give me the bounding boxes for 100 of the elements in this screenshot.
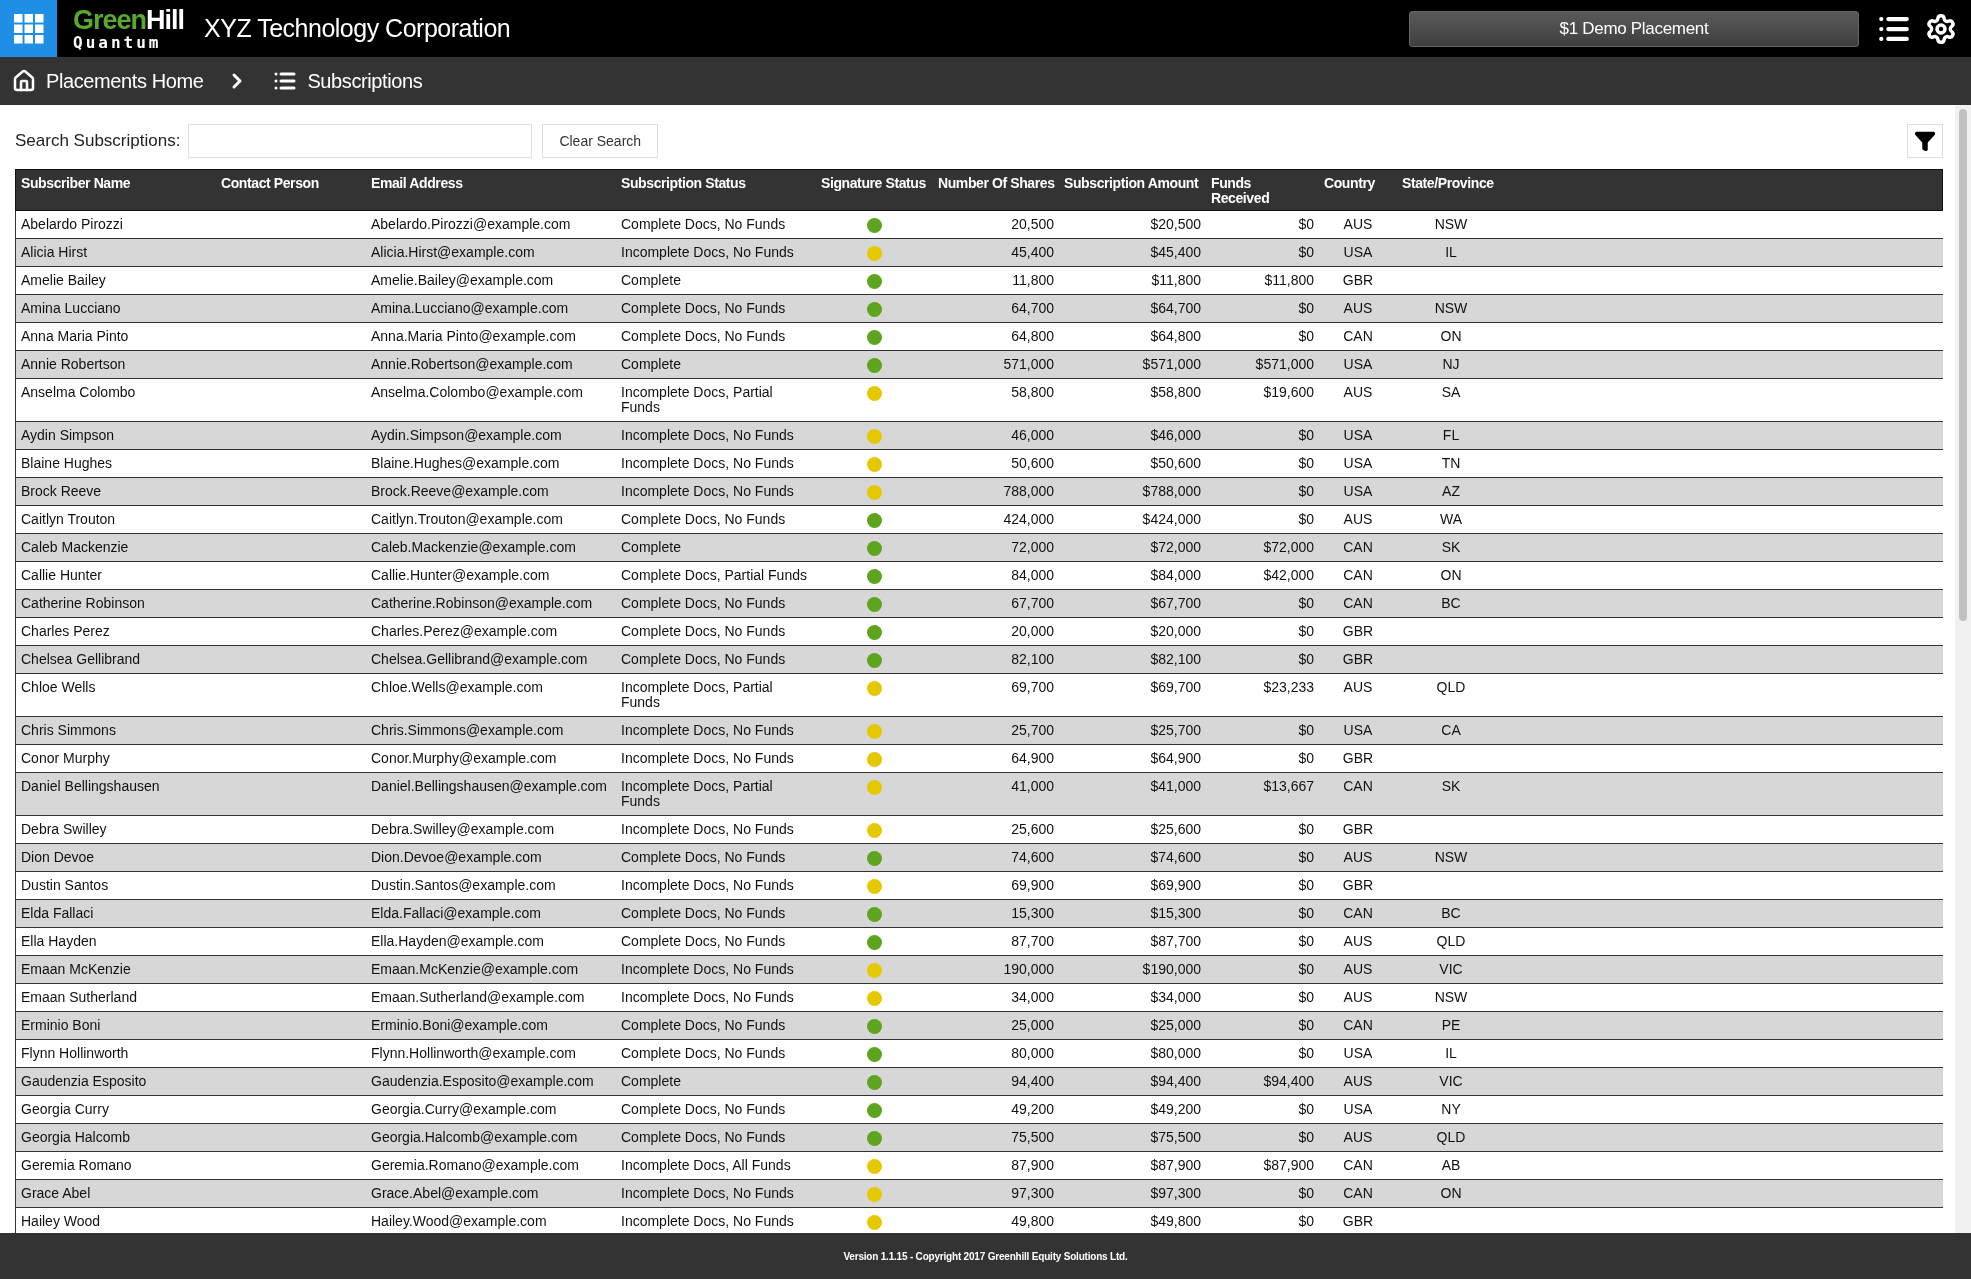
- table-cell: 87,900: [1011, 1157, 1054, 1173]
- column-header[interactable]: Email Address: [366, 170, 616, 210]
- settings-button[interactable]: [1925, 12, 1957, 45]
- table-cell: Emaan.Sutherland@example.com: [371, 989, 585, 1005]
- table-cell: 94,400: [1011, 1073, 1054, 1089]
- table-row[interactable]: Caitlyn Trouton Caitlyn.Trouton@example.com Complete Docs, No Funds 424,000 $424,000 $0 AUS WA: [15, 506, 1943, 534]
- app-launcher-button[interactable]: [0, 0, 57, 57]
- table-cell: GBR: [1342, 651, 1374, 667]
- table-cell: Ella.Hayden@example.com: [371, 933, 544, 949]
- table-cell: AUS: [1343, 989, 1373, 1005]
- table-row[interactable]: Georgia Curry Georgia.Curry@example.com Complete Docs, No Funds 49,200 $49,200 $0 USA NY: [15, 1096, 1943, 1124]
- table-cell: USA: [1343, 455, 1373, 471]
- table-cell: 49,200: [1011, 1101, 1054, 1117]
- table-row[interactable]: Daniel Bellingshausen Daniel.Bellingshausen@example.com Incomplete Docs, Partial Funds 41,000 $41,000 $13,667 CAN SK: [15, 773, 1943, 816]
- table-cell: NSW: [1434, 300, 1468, 316]
- breadcrumb-link[interactable]: Placements Home: [12, 69, 204, 93]
- table-cell: Blaine Hughes: [21, 455, 113, 471]
- table-row[interactable]: Amelie Bailey Amelie.Bailey@example.com Complete 11,800 $11,800 $11,800 GBR: [15, 267, 1943, 295]
- table-row[interactable]: Georgia Halcomb Georgia.Halcomb@example.com Complete Docs, No Funds 75,500 $75,500 $0 AUS QLD: [15, 1124, 1943, 1152]
- table-row[interactable]: Annie Robertson Annie.Robertson@example.com Complete 571,000 $571,000 $571,000 USA NJ: [15, 351, 1943, 379]
- breadcrumb-link[interactable]: Subscriptions: [273, 69, 423, 93]
- table-cell: $0: [1298, 877, 1314, 893]
- table-cell: Incomplete Docs, No Funds: [621, 722, 794, 738]
- column-header[interactable]: Subscriber Name: [16, 170, 216, 210]
- table-cell: $0: [1298, 216, 1314, 232]
- table-row[interactable]: Chelsea Gellibrand Chelsea.Gellibrand@example.com Complete Docs, No Funds 82,100 $82,100 $0 GBR: [15, 646, 1943, 674]
- table-cell: 20,000: [1011, 623, 1054, 639]
- table-row[interactable]: Brock Reeve Brock.Reeve@example.com Incomplete Docs, No Funds 788,000 $788,000 $0 USA AZ: [15, 478, 1943, 506]
- table-cell: Gaudenzia Esposito: [21, 1073, 147, 1089]
- table-row[interactable]: Chloe Wells Chloe.Wells@example.com Incomplete Docs, Partial Funds 69,700 $69,700 $23,233 AUS QLD: [15, 674, 1943, 717]
- table-row[interactable]: Anna Maria Pinto Anna.Maria Pinto@example.com Complete Docs, No Funds 64,800 $64,800 $0 CAN ON: [15, 323, 1943, 351]
- table-cell: 84,000: [1011, 567, 1054, 583]
- table-row[interactable]: Elda Fallaci Elda.Fallaci@example.com Complete Docs, No Funds 15,300 $15,300 $0 CAN BC: [15, 900, 1943, 928]
- column-header[interactable]: Subscription Status: [616, 170, 816, 210]
- footer-text: Version 1.1.15 - Copyright 2017 Greenhill Equity Solutions Ltd.: [843, 1250, 1128, 1262]
- table-cell: $11,800: [1151, 272, 1201, 288]
- table-row[interactable]: Alicia Hirst Alicia.Hirst@example.com Incomplete Docs, No Funds 45,400 $45,400 $0 USA IL: [15, 239, 1943, 267]
- table-row[interactable]: Conor Murphy Conor.Murphy@example.com Incomplete Docs, No Funds 64,900 $64,900 $0 GBR: [15, 745, 1943, 773]
- table-cell: $84,000: [1150, 567, 1201, 583]
- table-cell: $72,000: [1150, 539, 1201, 555]
- scrollbar[interactable]: [1955, 105, 1971, 1233]
- table-row[interactable]: Emaan Sutherland Emaan.Sutherland@example.com Incomplete Docs, No Funds 34,000 $34,000 $0 AUS NSW: [15, 984, 1943, 1012]
- table-cell: 72,000: [1011, 539, 1054, 555]
- table-cell: Incomplete Docs, No Funds: [621, 989, 794, 1005]
- table-cell: SK: [1441, 539, 1461, 555]
- table-cell: Georgia.Halcomb@example.com: [371, 1129, 578, 1145]
- column-header[interactable]: Funds Received: [1206, 170, 1319, 210]
- table-row[interactable]: Debra Swilley Debra.Swilley@example.com Incomplete Docs, No Funds 25,600 $25,600 $0 GBR: [15, 816, 1943, 844]
- table-cell: Ella Hayden: [21, 933, 97, 949]
- table-cell: $0: [1298, 1101, 1314, 1117]
- table-cell: $0: [1298, 427, 1314, 443]
- table-row[interactable]: Ella Hayden Ella.Hayden@example.com Complete Docs, No Funds 87,700 $87,700 $0 AUS QLD: [15, 928, 1943, 956]
- table-cell: Brock Reeve: [21, 483, 102, 499]
- table-cell: $0: [1298, 511, 1314, 527]
- table-cell: Complete Docs, Partial Funds: [621, 567, 807, 583]
- scrollbar-thumb[interactable]: [1959, 109, 1967, 621]
- table-cell: ON: [1440, 567, 1462, 583]
- table-row[interactable]: Erminio Boni Erminio.Boni@example.com Complete Docs, No Funds 25,000 $25,000 $0 CAN PE: [15, 1012, 1943, 1040]
- table-row[interactable]: Charles Perez Charles.Perez@example.com Complete Docs, No Funds 20,000 $20,000 $0 GBR: [15, 618, 1943, 646]
- column-header[interactable]: Contact Person: [216, 170, 366, 210]
- table-row[interactable]: Dion Devoe Dion.Devoe@example.com Complete Docs, No Funds 74,600 $74,600 $0 AUS NSW: [15, 844, 1943, 872]
- table-row[interactable]: Geremia Romano Geremia.Romano@example.com Incomplete Docs, All Funds 87,900 $87,900 $87,900 CAN AB: [15, 1152, 1943, 1180]
- table-cell: Brock.Reeve@example.com: [371, 483, 549, 499]
- table-row[interactable]: Flynn Hollinworth Flynn.Hollinworth@example.com Complete Docs, No Funds 80,000 $80,000 $0 USA IL: [15, 1040, 1943, 1068]
- table-cell: Anselma.Colombo@example.com: [371, 384, 583, 400]
- table-cell: Incomplete Docs, No Funds: [621, 821, 794, 837]
- table-row[interactable]: Anselma Colombo Anselma.Colombo@example.com Incomplete Docs, Partial Funds 58,800 $58,800 $19,600 AUS SA: [15, 379, 1943, 422]
- table-cell: 50,600: [1011, 455, 1054, 471]
- table-cell: $0: [1298, 989, 1314, 1005]
- column-header[interactable]: Number Of Shares: [933, 170, 1059, 210]
- table-row[interactable]: Gaudenzia Esposito Gaudenzia.Esposito@example.com Complete 94,400 $94,400 $94,400 AUS VIC: [15, 1068, 1943, 1096]
- table-cell: $23,233: [1263, 679, 1314, 695]
- table-cell: SK: [1441, 778, 1461, 794]
- table-row[interactable]: Blaine Hughes Blaine.Hughes@example.com Incomplete Docs, No Funds 50,600 $50,600 $0 USA TN: [15, 450, 1943, 478]
- table-row[interactable]: Callie Hunter Callie.Hunter@example.com Complete Docs, Partial Funds 84,000 $84,000 $42,000 CAN ON: [15, 562, 1943, 590]
- filter-button[interactable]: [1907, 124, 1943, 158]
- table-row[interactable]: Chris Simmons Chris.Simmons@example.com Incomplete Docs, No Funds 25,700 $25,700 $0 USA CA: [15, 717, 1943, 745]
- column-header[interactable]: State/Province: [1397, 170, 1505, 210]
- column-header[interactable]: Country: [1319, 170, 1397, 210]
- column-header[interactable]: Signature Status: [816, 170, 933, 210]
- table-cell: Complete Docs, No Funds: [621, 1017, 786, 1033]
- placement-button[interactable]: $1 Demo Placement: [1409, 10, 1859, 47]
- table-cell: Incomplete Docs, Partial Funds: [621, 778, 773, 809]
- search-field[interactable]: [188, 124, 533, 158]
- table-cell: Annie.Robertson@example.com: [371, 356, 573, 372]
- table-row[interactable]: Dustin Santos Dustin.Santos@example.com Incomplete Docs, No Funds 69,900 $69,900 $0 GBR: [15, 872, 1943, 900]
- table-row[interactable]: Aydin Simpson Aydin.Simpson@example.com Incomplete Docs, No Funds 46,000 $46,000 $0 USA FL: [15, 422, 1943, 450]
- clear-search-button[interactable]: Clear Search: [542, 124, 659, 158]
- table-cell: Geremia Romano: [21, 1157, 132, 1173]
- table-cell: CAN: [1343, 1017, 1373, 1033]
- table-row[interactable]: Catherine Robinson Catherine.Robinson@example.com Complete Docs, No Funds 67,700 $67,700 $0 CAN BC: [15, 590, 1943, 618]
- table-row[interactable]: Grace Abel Grace.Abel@example.com Incomplete Docs, No Funds 97,300 $97,300 $0 CAN ON: [15, 1180, 1943, 1208]
- table-row[interactable]: Emaan McKenzie Emaan.McKenzie@example.com Incomplete Docs, No Funds 190,000 $190,000 $0 AUS VIC: [15, 956, 1943, 984]
- table-row[interactable]: Abelardo Pirozzi Abelardo.Pirozzi@example.com Complete Docs, No Funds 20,500 $20,500 $0 AUS NSW: [15, 211, 1943, 239]
- table-row[interactable]: Caleb Mackenzie Caleb.Mackenzie@example.com Complete 72,000 $72,000 $72,000 CAN SK: [15, 534, 1943, 562]
- table-cell: Complete: [621, 1073, 681, 1089]
- table-cell: Debra.Swilley@example.com: [371, 821, 555, 837]
- table-cell: Chloe.Wells@example.com: [371, 679, 543, 695]
- column-header[interactable]: Subscription Amount: [1059, 170, 1206, 210]
- table-row[interactable]: Amina Lucciano Amina.Lucciano@example.com Complete Docs, No Funds 64,700 $64,700 $0 AUS NSW: [15, 295, 1943, 323]
